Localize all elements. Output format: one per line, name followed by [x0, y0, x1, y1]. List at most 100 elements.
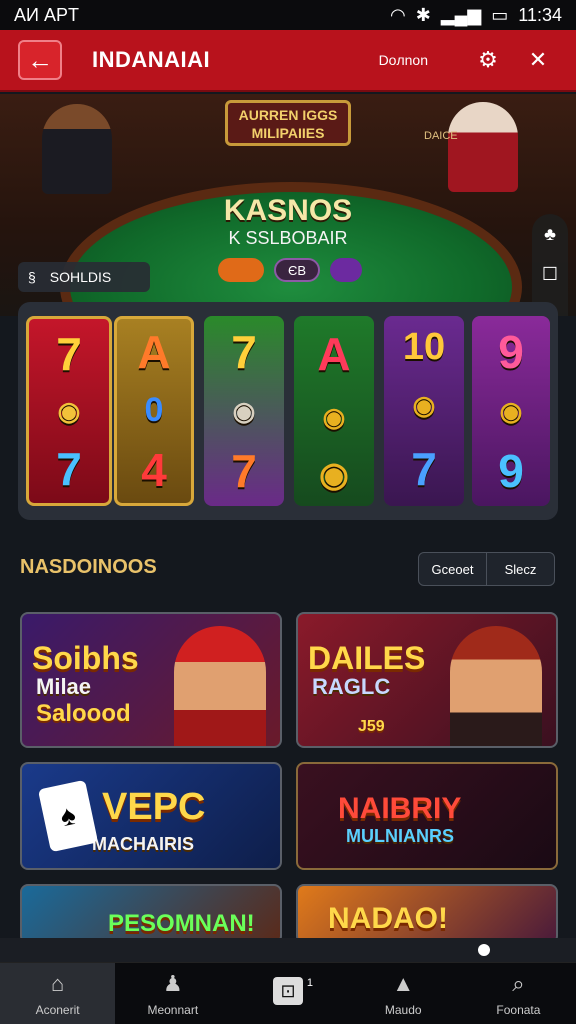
tab-label: Foonata — [496, 1002, 541, 1017]
reel-2: A 0 4 — [114, 316, 194, 506]
notification-dot-icon — [478, 944, 490, 956]
reel-symbol-mid: ◉ — [412, 389, 436, 420]
game-card[interactable]: DAILES RAGLC J59 — [296, 612, 558, 748]
reel-symbol-mid: ◉ — [322, 402, 346, 433]
reel-symbol-top: A — [137, 326, 171, 379]
game-card-title: VEPC — [102, 786, 206, 828]
profile-icon: ▲ — [392, 970, 415, 996]
back-button[interactable]: ← — [18, 40, 62, 80]
reel-symbol-mid: ◉ — [57, 395, 81, 426]
table-title: KASNOS — [223, 194, 353, 227]
tab-members[interactable]: ♟ Meonnart — [115, 963, 230, 1024]
game-card-title: PESOMNAN! — [108, 910, 255, 937]
reel-symbol-bottom: 7 — [231, 444, 257, 497]
reel-symbol-top: 10 — [402, 326, 446, 369]
tab-search[interactable]: ⌕ Foonata — [461, 963, 576, 1024]
game-card-title: NAIBRIY — [338, 792, 462, 825]
battery-icon: ▭ — [491, 4, 509, 25]
account-link[interactable]: Doлnon — [379, 52, 428, 68]
tab-home[interactable]: ⌂ Aconerit — [0, 963, 116, 1024]
reel-symbol-mid: ◉ — [232, 395, 256, 426]
signal-icon: ▂▄▆ — [440, 4, 482, 25]
hero-banner[interactable]: AURREN IGGS MILIPAIIES DAICE KASNOS K SS… — [0, 94, 576, 316]
arrow-left-icon: ← — [27, 44, 53, 75]
game-card-subtitle: Milae — [36, 674, 92, 699]
chip-orange-button[interactable] — [218, 258, 264, 282]
badge-count: 1 — [306, 976, 313, 989]
reel-symbol-top: 7 — [56, 327, 82, 380]
reel-symbol-bottom: 9 — [498, 444, 524, 497]
game-card[interactable]: VEPC MACHAIRIS ♠ — [20, 762, 282, 870]
machine-label: DAICE — [424, 130, 458, 142]
game-card[interactable]: NADAO! — [296, 884, 558, 944]
tab-profile[interactable]: ▲ Maudo — [346, 963, 461, 1024]
home-icon: ⌂ — [50, 970, 65, 996]
sign-line-2: MILIPAIIES — [251, 125, 325, 141]
game-card[interactable]: NAIBRIY MULNIANRS — [296, 762, 558, 870]
reel-symbol-mid: ◉ — [499, 395, 523, 426]
game-card[interactable]: PESOMNAN! — [20, 884, 282, 944]
chip-stack-icon[interactable]: ♣ — [544, 224, 556, 245]
bluetooth-icon: ✱ — [415, 4, 431, 25]
settings-button[interactable]: ⚙ — [468, 40, 508, 80]
filter-icon: § — [28, 269, 36, 285]
slot-machine-panel[interactable]: 7 ◉ 7 A 0 4 7 ◉ 7 A ◉ ◉ 10 ◉ 7 9 ◉ 9 — [18, 302, 558, 520]
app-title: INDANAIAI — [92, 47, 211, 72]
clock: 11:34 — [518, 4, 562, 25]
game-card-title: NADAO! — [328, 902, 448, 935]
section-title: NASDOINOOS — [20, 556, 157, 578]
reel-symbol-top: 9 — [498, 325, 524, 378]
window-icon[interactable]: ☐ — [542, 264, 558, 285]
wifi-icon: ◠ — [390, 4, 406, 25]
status-bar: AИ APT ◠ ✱ ▂▄▆ ▭ 11:34 — [0, 0, 576, 30]
tab-games[interactable]: ⊡ 1 — [230, 963, 345, 1024]
reel-symbol-bottom: 4 — [141, 443, 167, 496]
character-image — [450, 626, 542, 746]
reel-1: 7 ◉ 7 — [26, 316, 112, 506]
game-card[interactable]: Soibhs Milae Saloood — [20, 612, 282, 748]
search-icon: ⌕ — [512, 970, 525, 996]
carrier-label: AИ APT — [14, 4, 79, 25]
game-card-tagline: Saloood — [36, 700, 131, 727]
tab-label: Maudo — [384, 1002, 422, 1017]
game-card-title: DAILES — [308, 640, 426, 676]
reel-5: 10 ◉ 7 — [384, 316, 464, 506]
bottom-tab-bar: ⌂ Aconerit ♟ Meonnart ⊡ 1 ▲ Maudo ⌕ Foona… — [0, 962, 576, 1024]
reel-symbol-bottom: ◉ — [319, 456, 349, 495]
game-card-subtitle: MACHAIRIS — [92, 834, 194, 854]
casino-sign: AURREN IGGS MILIPAIIES — [225, 100, 351, 146]
sort-button-a[interactable]: Gceoet — [419, 553, 487, 585]
game-icon: ⊡ 1 — [273, 976, 313, 1005]
reel-4: A ◉ ◉ — [294, 316, 374, 506]
chip-dark-button[interactable]: ЄB — [274, 258, 320, 282]
playing-card-icon: ♠ — [37, 779, 99, 853]
reel-symbol-top: A — [317, 327, 351, 380]
chip-purple-button[interactable] — [330, 258, 362, 282]
reel-3: 7 ◉ 7 — [204, 316, 284, 506]
game-card-tagline: J59 — [358, 718, 385, 735]
game-card-title: Soibhs — [32, 640, 139, 676]
close-button[interactable]: ✕ — [518, 40, 558, 80]
sold-label: SOHLDIS — [49, 269, 112, 285]
table-subtitle: K SSLBOBAIR — [228, 228, 348, 248]
sort-toggle: Gceoet Slecz — [418, 552, 555, 586]
reel-symbol-bottom: 7 — [56, 442, 82, 495]
dealer-left-image — [42, 104, 112, 194]
sort-button-b[interactable]: Slecz — [487, 553, 554, 585]
game-card-subtitle: RAGLC — [312, 674, 391, 699]
reel-6: 9 ◉ 9 — [472, 316, 550, 506]
dealer-right-image — [448, 102, 518, 192]
game-card-subtitle: MULNIANRS — [346, 826, 454, 846]
sold-chip[interactable]: § SOHLDIS — [18, 262, 150, 292]
reel-symbol-bottom: 7 — [411, 442, 437, 495]
side-action-rail: ♣ ☐ ↗ — [532, 214, 568, 316]
reel-symbol-mid: 0 — [144, 391, 164, 430]
tab-label: Aconerit — [35, 1002, 80, 1017]
reel-symbol-top: 7 — [231, 325, 257, 378]
users-icon: ♟ — [162, 970, 183, 996]
app-bar: ← INDANAIAI Doлnon ⚙ ✕ — [0, 30, 576, 92]
tab-label: Meonnart — [147, 1002, 199, 1017]
bottom-divider — [0, 938, 576, 962]
gear-icon: ⚙ — [478, 47, 498, 72]
bet-chip-row: ЄB — [218, 258, 362, 282]
